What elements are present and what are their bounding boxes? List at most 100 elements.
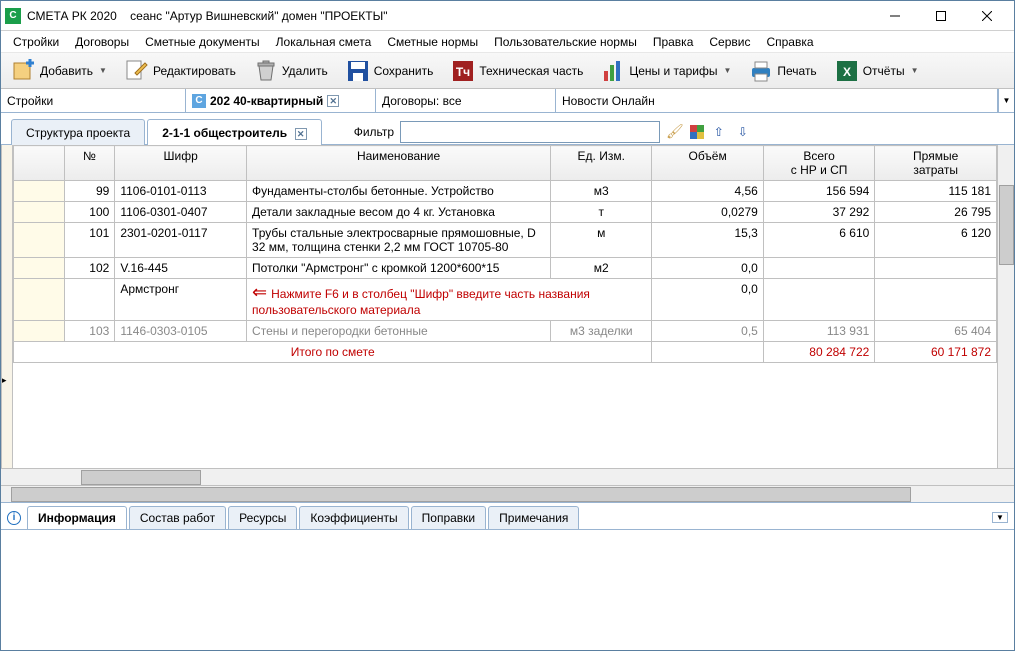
btab-sostav[interactable]: Состав работ	[129, 506, 226, 529]
minimize-button[interactable]	[872, 2, 918, 30]
toolbar: Добавить ▼ Редактировать Удалить Сохрани…	[1, 53, 1014, 89]
arrow-left-icon: ⇐	[252, 282, 267, 303]
doc-icon: С	[192, 94, 206, 108]
tab-structure[interactable]: Структура проекта	[11, 119, 145, 145]
menu-pravka[interactable]: Правка	[645, 32, 702, 52]
table-row[interactable]: 101 2301-0201-0117 Трубы стальные электр…	[14, 223, 997, 258]
prices-label: Цены и тарифы	[629, 64, 717, 78]
app-name: СМЕТА РК 2020	[27, 9, 117, 23]
col-unit[interactable]: Ед. Изм.	[551, 146, 652, 181]
tech-label: Техническая часть	[479, 64, 583, 78]
delete-button[interactable]: Удалить	[247, 54, 335, 88]
menu-polzovatelskie-normy[interactable]: Пользовательские нормы	[486, 32, 645, 52]
save-icon	[346, 59, 370, 83]
doc-section-stroyki[interactable]: Стройки	[1, 89, 186, 112]
menu-spravka[interactable]: Справка	[758, 32, 821, 52]
edit-label: Редактировать	[153, 64, 236, 78]
chevron-down-icon: ▼	[99, 66, 107, 75]
chevron-down-icon: ▼	[911, 66, 919, 75]
table-row[interactable]: 102 V.16-445 Потолки "Армстронг" с кромк…	[14, 258, 997, 279]
tab-active-estimate[interactable]: 2-1-1 общестроитель ✕	[147, 119, 322, 145]
color-grid-icon[interactable]	[690, 125, 704, 139]
maximize-button[interactable]	[918, 2, 964, 30]
session-info: сеанс "Артур Вишневский" домен "ПРОЕКТЫ"	[130, 9, 387, 23]
table-row-partial[interactable]: 103 1146-0303-0105 Стены и перегородки б…	[14, 321, 997, 342]
info-icon: i	[7, 511, 21, 525]
menu-smetnye-normy[interactable]: Сметные нормы	[379, 32, 486, 52]
menu-servis[interactable]: Сервис	[701, 32, 758, 52]
summary-row: Итого по смете 80 284 722 60 171 872	[14, 342, 997, 363]
window-title: СМЕТА РК 2020 сеанс "Артур Вишневский" д…	[27, 9, 872, 23]
data-grid[interactable]: № Шифр Наименование Ед. Изм. Объём Всего…	[13, 145, 997, 468]
menu-stroyki[interactable]: Стройки	[5, 32, 67, 52]
svg-text:Тч: Тч	[456, 65, 470, 79]
chevron-down-icon: ▼	[723, 66, 731, 75]
print-label: Печать	[777, 64, 816, 78]
col-stripe[interactable]	[14, 146, 65, 181]
app-icon: С	[5, 8, 21, 24]
horizontal-scrollbar[interactable]	[1, 468, 1014, 485]
header-row: № Шифр Наименование Ед. Изм. Объём Всего…	[14, 146, 997, 181]
save-label: Сохранить	[374, 64, 434, 78]
doc-contracts[interactable]: Договоры: все	[376, 89, 556, 112]
info-pane	[1, 530, 1014, 650]
reports-button[interactable]: X Отчёты ▼	[828, 54, 926, 88]
vertical-scrollbar[interactable]	[997, 145, 1014, 468]
btab-primech[interactable]: Примечания	[488, 506, 579, 529]
edit-icon	[125, 59, 149, 83]
bottom-tabs-dropdown[interactable]: ▼	[992, 512, 1008, 523]
col-direct[interactable]: Прямые затраты	[875, 146, 997, 181]
filter-label: Фильтр	[354, 125, 394, 139]
tab-close-button[interactable]: ✕	[295, 128, 307, 140]
delete-icon	[254, 59, 278, 83]
col-name[interactable]: Наименование	[247, 146, 551, 181]
edit-button[interactable]: Редактировать	[118, 54, 243, 88]
chart-icon	[601, 59, 625, 83]
row-selector-gutter[interactable]: ▸	[1, 145, 13, 468]
input-row[interactable]: ⇐Нажмите F6 и в столбец "Шифр" введите ч…	[14, 279, 997, 321]
col-num[interactable]: №	[64, 146, 115, 181]
annotation-text: ⇐Нажмите F6 и в столбец "Шифр" введите ч…	[247, 279, 652, 321]
table-row[interactable]: 99 1106-0101-0113 Фундаменты-столбы бето…	[14, 181, 997, 202]
document-bar: Стройки С 202 40-квартирный ✕ Договоры: …	[1, 89, 1014, 113]
titlebar: С СМЕТА РК 2020 сеанс "Артур Вишневский"…	[1, 1, 1014, 31]
brush-icon[interactable]: 🖌	[666, 123, 684, 140]
print-icon	[749, 59, 773, 83]
col-total[interactable]: Всего с НР и СП	[763, 146, 874, 181]
doc-active[interactable]: С 202 40-квартирный ✕	[186, 89, 376, 112]
table-row[interactable]: 100 1106-0301-0407 Детали закладные весо…	[14, 202, 997, 223]
doc-close-button[interactable]: ✕	[327, 95, 339, 107]
arrow-up-icon[interactable]: ⇧	[710, 123, 728, 141]
reports-label: Отчёты	[863, 64, 905, 78]
print-button[interactable]: Печать	[742, 54, 823, 88]
add-icon	[12, 59, 36, 83]
bottom-tab-bar: i Информация Состав работ Ресурсы Коэффи…	[1, 502, 1014, 530]
col-vol[interactable]: Объём	[652, 146, 763, 181]
save-button[interactable]: Сохранить	[339, 54, 441, 88]
tab-bar: Структура проекта 2-1-1 общестроитель ✕ …	[1, 113, 1014, 145]
excel-icon: X	[835, 59, 859, 83]
btab-resursy[interactable]: Ресурсы	[228, 506, 297, 529]
doc-news[interactable]: Новости Онлайн	[556, 89, 998, 112]
docbar-dropdown[interactable]: ▼	[998, 89, 1014, 112]
close-button[interactable]	[964, 2, 1010, 30]
horizontal-scrollbar-2[interactable]	[1, 485, 1014, 502]
menubar: Стройки Договоры Сметные документы Локал…	[1, 31, 1014, 53]
prices-button[interactable]: Цены и тарифы ▼	[594, 54, 738, 88]
add-label: Добавить	[40, 64, 93, 78]
btab-koef[interactable]: Коэффициенты	[299, 506, 408, 529]
svg-text:X: X	[843, 65, 851, 79]
menu-dogovory[interactable]: Договоры	[67, 32, 137, 52]
col-code[interactable]: Шифр	[115, 146, 247, 181]
add-button[interactable]: Добавить ▼	[5, 54, 114, 88]
tech-icon: Тч	[451, 59, 475, 83]
filter-input[interactable]	[400, 121, 660, 143]
code-input[interactable]	[120, 282, 241, 296]
menu-smetnye-dokumenty[interactable]: Сметные документы	[137, 32, 268, 52]
arrow-down-icon[interactable]: ⇩	[734, 123, 752, 141]
tech-part-button[interactable]: Тч Техническая часть	[444, 54, 590, 88]
btab-information[interactable]: Информация	[27, 506, 127, 529]
menu-lokalnaya-smeta[interactable]: Локальная смета	[268, 32, 380, 52]
btab-popravki[interactable]: Поправки	[411, 506, 486, 529]
delete-label: Удалить	[282, 64, 328, 78]
